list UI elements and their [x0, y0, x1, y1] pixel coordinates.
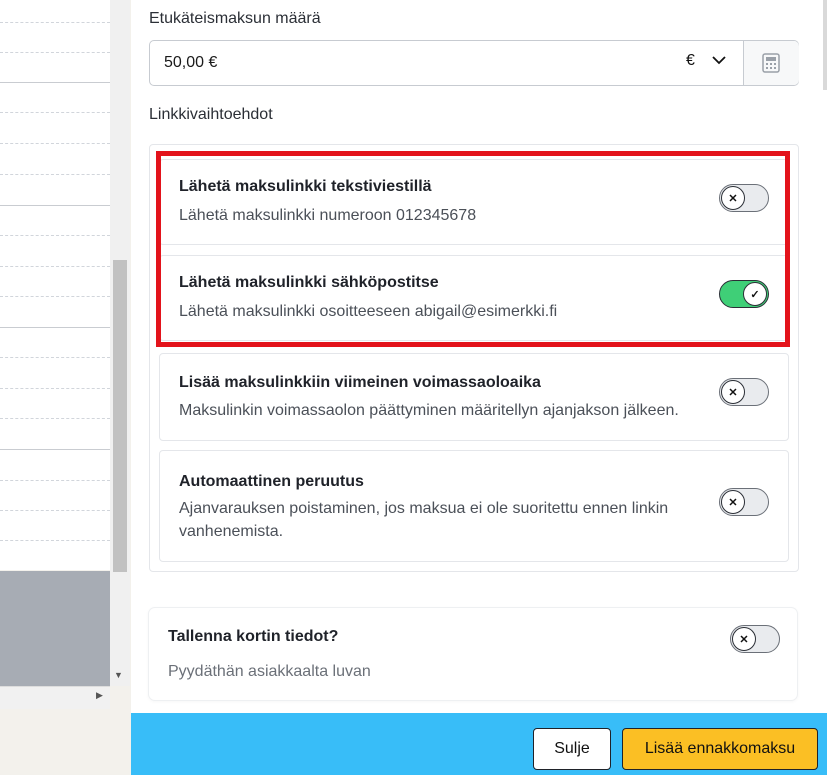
background-app-pane: ▶ ▼ [0, 0, 131, 775]
table-row [0, 205, 110, 206]
table-row [0, 388, 110, 389]
table-row [0, 112, 110, 113]
table-row [0, 266, 110, 267]
chevron-down-icon[interactable] [712, 53, 726, 67]
table-row [0, 235, 110, 236]
panel-footer: Sulje Lisää ennakkomaksu [131, 713, 827, 775]
option-sms-link: Lähetä maksulinkki tekstiviestillä Lähet… [159, 159, 789, 245]
save-card-details-section: Tallenna kortin tiedot? Pyydäthän asiakk… [149, 608, 797, 700]
scroll-right-arrow-icon[interactable]: ▶ [96, 690, 103, 701]
calculator-button[interactable] [743, 41, 799, 85]
table-row [0, 82, 110, 83]
table-row [0, 449, 110, 450]
table-row [0, 143, 110, 144]
email-link-toggle[interactable]: ✓ [719, 280, 769, 308]
save-card-description: Pyydäthän asiakkaalta luvan [168, 663, 371, 680]
toggle-off-icon: ✕ [721, 380, 745, 404]
option-description-line2: vanhenemista. [179, 523, 284, 540]
background-table [0, 0, 110, 570]
link-options-label: Linkkivaihtoehdot [149, 106, 273, 123]
table-row [0, 296, 110, 297]
option-title: Lähetä maksulinkki tekstiviestillä [179, 178, 432, 195]
table-row [0, 510, 110, 511]
option-title: Lähetä maksulinkki sähköpostitse [179, 274, 439, 291]
calculator-icon [762, 53, 780, 73]
table-row [0, 540, 110, 541]
table-row [0, 22, 110, 23]
table-row [0, 52, 110, 53]
option-title: Lisää maksulinkkiin viimeinen voimassaol… [179, 374, 541, 391]
panel-scrollbar-thumb[interactable] [823, 0, 827, 90]
auto-cancel-toggle[interactable]: ✕ [719, 488, 769, 516]
save-card-toggle[interactable]: ✕ [730, 625, 780, 653]
amount-input[interactable]: 50,00 € € [149, 40, 799, 86]
background-gray-area [0, 571, 110, 686]
option-auto-cancel: Automaattinen peruutus Ajanvarauksen poi… [159, 450, 789, 562]
option-description: Maksulinkin voimassaolon päättyminen mää… [179, 402, 679, 419]
close-button[interactable]: Sulje [533, 728, 611, 770]
save-card-title: Tallenna kortin tiedot? [168, 628, 339, 645]
option-title: Automaattinen peruutus [179, 473, 364, 490]
option-description: Lähetä maksulinkki numeroon 012345678 [179, 207, 477, 224]
table-row [0, 480, 110, 481]
table-row [0, 357, 110, 358]
amount-value[interactable]: 50,00 € [164, 54, 217, 72]
panel-scrollbar[interactable] [822, 0, 827, 713]
link-expiry-toggle[interactable]: ✕ [719, 378, 769, 406]
toggle-on-icon: ✓ [743, 282, 767, 306]
amount-label: Etukäteismaksun määrä [149, 10, 321, 27]
advance-payment-panel: Etukäteismaksun määrä 50,00 € € Linkkiva… [131, 0, 827, 713]
option-description: Lähetä maksulinkki osoitteeseen abigail@… [179, 303, 558, 320]
option-description-line1: Ajanvarauksen poistaminen, jos maksua ei… [179, 500, 669, 517]
toggle-off-icon: ✕ [721, 490, 745, 514]
sms-link-toggle[interactable]: ✕ [719, 184, 769, 212]
add-advance-payment-button[interactable]: Lisää ennakkomaksu [622, 728, 818, 770]
table-row [0, 327, 110, 328]
option-link-expiry: Lisää maksulinkkiin viimeinen voimassaol… [159, 353, 789, 441]
scroll-down-arrow-icon[interactable]: ▼ [114, 670, 123, 680]
option-email-link: Lähetä maksulinkki sähköpostitse Lähetä … [159, 255, 789, 341]
vertical-scrollbar-thumb[interactable] [113, 260, 127, 572]
table-row [0, 174, 110, 175]
link-options-group: Lähetä maksulinkki tekstiviestillä Lähet… [149, 144, 799, 572]
toggle-off-icon: ✕ [721, 186, 745, 210]
table-row [0, 418, 110, 419]
toggle-off-icon: ✕ [732, 627, 756, 651]
horizontal-scrollbar[interactable] [0, 686, 110, 709]
currency-select[interactable]: € [686, 52, 695, 70]
